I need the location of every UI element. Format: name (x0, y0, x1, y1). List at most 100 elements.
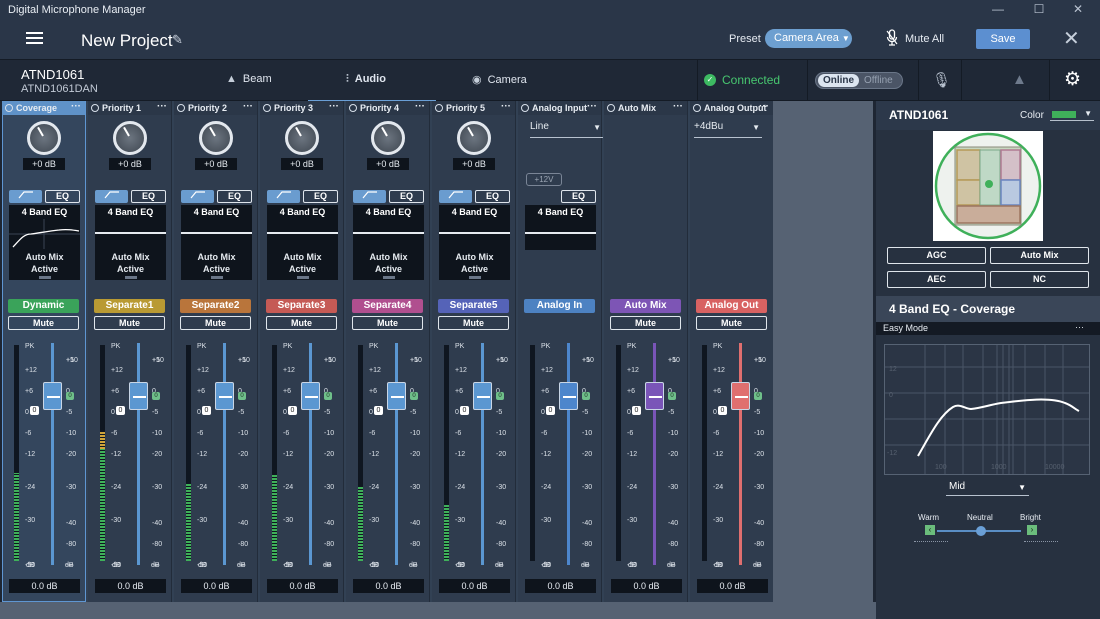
tone-right-arrow-icon[interactable]: › (1027, 525, 1037, 535)
eq-graph[interactable]: 12 0 -12 100 1000 10000 (884, 344, 1090, 475)
auto-mix-status[interactable]: Auto Mix Active (181, 250, 252, 280)
more-options-icon[interactable]: ··· (759, 101, 769, 112)
gain-knob[interactable] (457, 121, 491, 155)
microphone-mute-icon[interactable] (886, 29, 898, 47)
gain-knob[interactable] (371, 121, 405, 155)
tab-camera[interactable]: ◉ Camera (472, 73, 527, 86)
high-pass-filter-button[interactable] (95, 190, 128, 203)
gain-knob[interactable] (285, 121, 319, 155)
gain-knob[interactable] (113, 121, 147, 155)
fader-track[interactable] (653, 343, 656, 565)
minimize-button[interactable]: — (983, 2, 1013, 16)
agc-button[interactable]: AGC (887, 247, 986, 264)
input-select[interactable]: Line ▼ (530, 121, 603, 138)
mute-button[interactable]: Mute (266, 316, 337, 330)
aec-button[interactable]: AEC (887, 271, 986, 288)
mute-button[interactable]: Mute (94, 316, 165, 330)
maximize-button[interactable]: ☐ (1024, 2, 1054, 16)
eq-button[interactable]: EQ (45, 190, 80, 203)
window-close-button[interactable]: ✕ (1063, 2, 1093, 16)
mute-button[interactable]: Mute (8, 316, 79, 330)
warning-icon[interactable]: ▲ (1012, 71, 1027, 88)
nc-button[interactable]: NC (990, 271, 1089, 288)
fader-handle[interactable] (645, 382, 664, 410)
more-options-icon[interactable]: ··· (587, 101, 597, 112)
tone-select[interactable]: Mid ▼ (946, 481, 1029, 496)
mute-button[interactable]: Mute (352, 316, 423, 330)
save-button[interactable]: Save (976, 29, 1030, 49)
power-icon[interactable] (435, 104, 443, 112)
fader-track[interactable] (137, 343, 140, 565)
power-icon[interactable] (693, 104, 701, 112)
channel-header[interactable]: Analog Output ··· (690, 101, 773, 115)
settings-gear-icon[interactable]: ⚙ (1064, 68, 1081, 91)
channel-header[interactable]: Priority 4 ··· (346, 101, 429, 115)
channel-header[interactable]: Priority 1 ··· (88, 101, 171, 115)
fader-track[interactable] (567, 343, 570, 565)
edit-pencil-icon[interactable]: ✎ (172, 32, 183, 48)
channel-header[interactable]: Analog Input ··· (518, 101, 601, 115)
eq-preview[interactable]: 4 Band EQ (353, 205, 424, 250)
eq-button[interactable]: EQ (475, 190, 510, 203)
power-icon[interactable] (91, 104, 99, 112)
mute-button[interactable]: Mute (438, 316, 509, 330)
eq-button[interactable]: EQ (131, 190, 166, 203)
channel-header[interactable]: Priority 3 ··· (260, 101, 343, 115)
gain-knob[interactable] (199, 121, 233, 155)
eq-button[interactable]: EQ (303, 190, 338, 203)
input-select[interactable]: +4dBu ▼ (694, 121, 762, 138)
tab-audio[interactable]: ⫶ Audio (308, 73, 436, 102)
more-options-icon[interactable]: ··· (329, 101, 339, 112)
eq-preview[interactable]: 4 Band EQ (9, 205, 80, 250)
high-pass-filter-button[interactable] (439, 190, 472, 203)
auto-mix-status[interactable]: Auto Mix Active (267, 250, 338, 280)
eq-button[interactable]: EQ (561, 190, 596, 203)
fader-handle[interactable] (129, 382, 148, 410)
mute-button[interactable]: Mute (696, 316, 767, 330)
fader-track[interactable] (223, 343, 226, 565)
fader-handle[interactable] (473, 382, 492, 410)
fader-handle[interactable] (731, 382, 750, 410)
fader-handle[interactable] (559, 382, 578, 410)
tone-left-arrow-icon[interactable]: ‹ (925, 525, 935, 535)
eq-preview[interactable]: 4 Band EQ (181, 205, 252, 250)
more-options-icon[interactable]: ··· (673, 101, 683, 112)
power-icon[interactable] (521, 104, 529, 112)
preset-dropdown[interactable]: Camera Area ▼ (765, 29, 852, 48)
high-pass-filter-button[interactable] (181, 190, 214, 203)
power-icon[interactable] (5, 104, 13, 112)
fader-track[interactable] (739, 343, 742, 565)
more-options-icon[interactable]: ··· (501, 101, 511, 112)
channel-header[interactable]: Priority 2 ··· (174, 101, 257, 115)
mute-all-button[interactable]: Mute All (905, 33, 944, 45)
auto-mix-status[interactable]: Auto Mix Active (95, 250, 166, 280)
coverage-map[interactable] (933, 131, 1043, 241)
more-options-icon[interactable]: ··· (71, 101, 81, 112)
menu-icon[interactable] (26, 32, 43, 44)
fader-track[interactable] (309, 343, 312, 565)
auto-mix-status[interactable]: Auto Mix Active (353, 250, 424, 280)
channel-header[interactable]: Priority 5 ··· (432, 101, 515, 115)
fader-handle[interactable] (387, 382, 406, 410)
more-options-icon[interactable]: ··· (157, 101, 167, 112)
fader-track[interactable] (51, 343, 54, 565)
tone-slider-handle[interactable] (976, 526, 986, 536)
fader-handle[interactable] (215, 382, 234, 410)
more-options-icon[interactable]: ··· (1075, 322, 1084, 332)
offline-option[interactable]: Offline (864, 74, 893, 87)
phantom-power-button[interactable]: +12V (526, 173, 562, 186)
eq-preview[interactable]: 4 Band EQ (439, 205, 510, 250)
more-options-icon[interactable]: ··· (415, 101, 425, 112)
fader-handle[interactable] (301, 382, 320, 410)
color-select[interactable]: ▼ (1050, 109, 1094, 121)
high-pass-filter-button[interactable] (267, 190, 300, 203)
fader-track[interactable] (395, 343, 398, 565)
channel-header[interactable]: Coverage ··· (2, 101, 85, 115)
high-pass-filter-button[interactable] (353, 190, 386, 203)
mic-status-icon[interactable]: 🎙 (932, 71, 951, 89)
auto-mix-status[interactable]: Auto Mix Active (9, 250, 80, 280)
fader-track[interactable] (481, 343, 484, 565)
eq-preview[interactable]: 4 Band EQ (267, 205, 338, 250)
fader-handle[interactable] (43, 382, 62, 410)
power-icon[interactable] (607, 104, 615, 112)
